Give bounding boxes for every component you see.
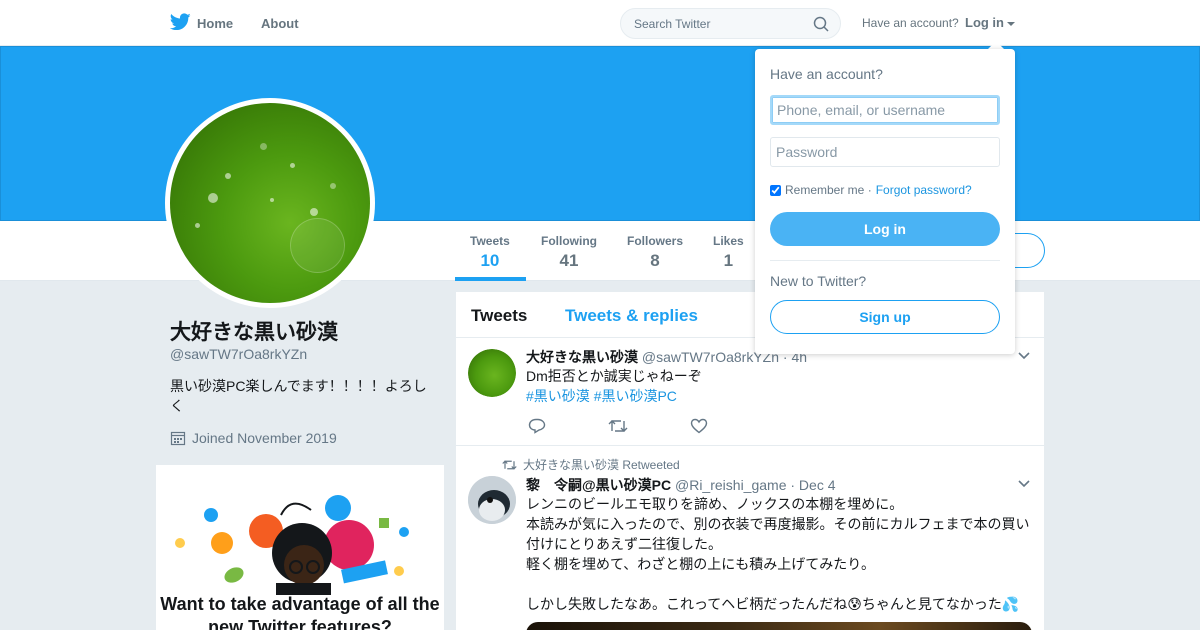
tweet-hashtags: #黒い砂漠 #黒い砂漠PC — [526, 386, 677, 406]
twitter-bird-icon[interactable] — [170, 13, 191, 31]
tab-tweets-replies[interactable]: Tweets & replies — [565, 306, 698, 326]
dropdown-divider — [770, 260, 1000, 261]
calendar-icon — [170, 431, 186, 446]
profile-handle[interactable]: @sawTW7rOa8rkYZn — [170, 346, 307, 362]
signup-button[interactable]: Sign up — [770, 300, 1000, 334]
active-stat-underline — [455, 277, 526, 281]
stat-value: 10 — [480, 251, 500, 270]
login-link-label[interactable]: Log in — [965, 15, 1004, 30]
dropdown-title: Have an account? — [770, 66, 883, 82]
stat-following[interactable]: Following 41 — [541, 234, 597, 271]
avatar-bird-image — [468, 476, 516, 524]
username-field[interactable] — [770, 95, 1000, 125]
tweet-text-line: レンニのビールエモ取りを諦め、ノックスの本棚を埋めに。 — [526, 496, 904, 512]
tweet-text: Dm拒否とか誠実じゃねーぞ — [526, 368, 702, 384]
tweet-text-line: 本読みが気に入ったので、別の衣装で再度撮影。その前にカルフェまで本の買い — [526, 516, 1030, 532]
tweet-avatar[interactable] — [468, 349, 516, 397]
search-input[interactable]: Search Twitter — [634, 17, 710, 31]
nav-home[interactable]: Home — [197, 0, 233, 46]
chevron-down-icon[interactable] — [1018, 352, 1030, 360]
promo-title: Want to take advantage of all the new Tw… — [160, 594, 440, 630]
profile-avatar[interactable] — [165, 98, 375, 308]
tweet-time[interactable]: · Dec 4 — [790, 477, 835, 493]
remember-row: Remember me · Forgot password? — [770, 183, 972, 197]
top-nav: Home About Search Twitter Have an accoun… — [0, 0, 1200, 46]
stat-label: Followers — [627, 234, 684, 248]
tweet-media[interactable] — [526, 622, 1032, 630]
retweet-icon[interactable] — [608, 418, 628, 434]
promo-illustration — [175, 495, 409, 595]
stat-likes[interactable]: Likes 1 — [713, 234, 744, 271]
password-field[interactable] — [770, 137, 1000, 167]
tweet-item[interactable]: 大好きな黒い砂漠 Retweeted 黎 令嗣@黒い砂漠PC @Ri_reish… — [456, 446, 1044, 630]
stat-label: Likes — [713, 234, 744, 248]
stat-label: Following — [541, 234, 597, 248]
tweet-actions — [528, 418, 708, 434]
hashtag-link[interactable]: #黒い砂漠PC — [594, 388, 677, 404]
stat-value: 1 — [723, 251, 734, 270]
have-account-text: Have an account? — [862, 16, 959, 30]
stat-value: 41 — [559, 251, 579, 270]
retweet-context-text[interactable]: 大好きな黒い砂漠 Retweeted — [523, 456, 680, 473]
tweet-text-line: しかし失敗したなあ。これってヘビ柄だったんだね😰ちゃんと見てなかった💦 — [526, 596, 1020, 612]
stat-tweets[interactable]: Tweets 10 — [470, 234, 510, 271]
joined-date: Joined November 2019 — [192, 430, 337, 446]
tweet-fullname[interactable]: 黎 令嗣@黒い砂漠PC — [526, 477, 671, 493]
stat-value: 8 — [650, 251, 660, 270]
hashtag-link[interactable]: #黒い砂漠 — [526, 388, 590, 404]
search-box[interactable]: Search Twitter — [620, 8, 841, 39]
remember-me-checkbox[interactable] — [770, 184, 781, 196]
tweet-text-line: 付けにとりあえず二往復した。 — [526, 536, 722, 552]
stat-label: Tweets — [470, 234, 510, 248]
tweet-avatar[interactable] — [468, 476, 516, 524]
profile-bio: 黒い砂漠PC楽しんでます！！！！よろしく — [170, 378, 427, 414]
promo-card: Want to take advantage of all the new Tw… — [156, 465, 444, 630]
tweet-header: 黎 令嗣@黒い砂漠PC @Ri_reishi_game · Dec 4 — [526, 475, 836, 495]
search-icon[interactable] — [813, 16, 829, 32]
forgot-password-link[interactable]: Forgot password? — [876, 183, 972, 197]
tweet-item[interactable]: 大好きな黒い砂漠 @sawTW7rOa8rkYZn · 4h Dm拒否とか誠実じ… — [456, 338, 1044, 446]
nav-about[interactable]: About — [261, 0, 299, 46]
retweet-icon — [502, 459, 517, 470]
profile-joined: Joined November 2019 — [170, 430, 337, 446]
login-button[interactable]: Log in — [770, 212, 1000, 246]
retweet-context: 大好きな黒い砂漠 Retweeted — [502, 456, 680, 473]
reply-icon[interactable] — [528, 418, 546, 434]
tweet-fullname[interactable]: 大好きな黒い砂漠 — [526, 349, 638, 365]
heart-icon[interactable] — [690, 418, 708, 434]
chevron-down-icon[interactable] — [1018, 480, 1030, 488]
tweet-text-line: 軽く棚を埋めて、わざと棚の上にも積み上げてみたり。 — [526, 556, 876, 572]
new-to-twitter-text: New to Twitter? — [770, 273, 867, 289]
login-dropdown: Have an account? Remember me · Forgot pa… — [755, 49, 1015, 354]
tab-tweets[interactable]: Tweets — [471, 306, 527, 326]
caret-down-icon — [1007, 21, 1015, 26]
profile-name[interactable]: 大好きな黒い砂漠 — [170, 316, 338, 346]
remember-me-label[interactable]: Remember me · — [785, 183, 872, 197]
login-dropdown-toggle[interactable]: Log in — [965, 15, 1015, 30]
tweet-username[interactable]: @Ri_reishi_game — [675, 477, 786, 493]
stat-followers[interactable]: Followers 8 — [627, 234, 683, 271]
